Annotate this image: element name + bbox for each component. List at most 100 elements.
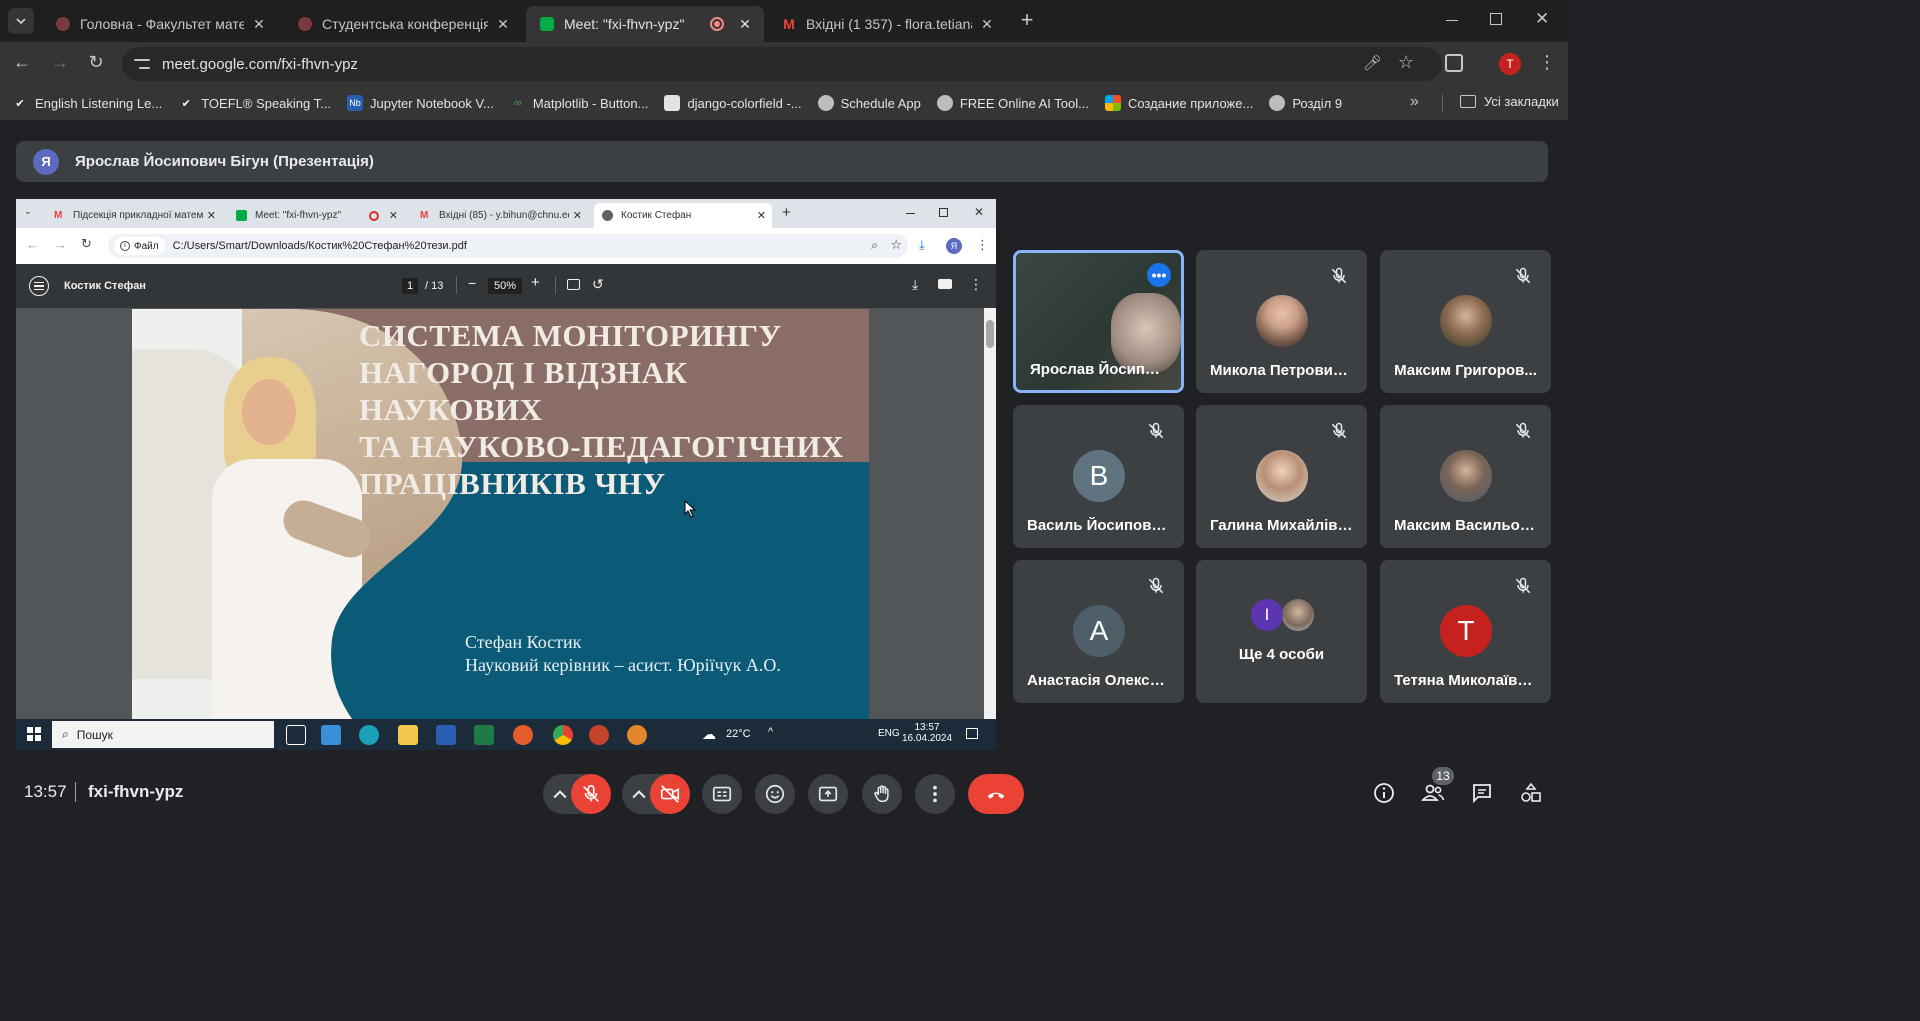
participant-name: Анастасія Олекса...	[1027, 672, 1171, 689]
tab-title: Головна - Факультет математи	[80, 16, 244, 32]
participant-tile[interactable]: Максим Григоров...	[1380, 250, 1551, 393]
participant-name: Тетяна Миколаївн...	[1394, 672, 1539, 689]
browser-tab-1[interactable]: Головна - Факультет математи ✕	[42, 6, 278, 42]
pdf-viewport: СИСТЕМА МОНІТОРИНГУ НАГОРОД І ВІДЗНАК НА…	[16, 308, 996, 719]
activities-button[interactable]	[1516, 778, 1546, 808]
participant-tile[interactable]: Максим Васильов...	[1380, 405, 1551, 548]
bookmark-item[interactable]: FREE Online AI Tool...	[936, 95, 1089, 111]
leave-call-button[interactable]	[968, 774, 1024, 814]
reactions-button[interactable]	[755, 774, 795, 814]
participant-tile[interactable]: Галина Михайлівн...	[1196, 405, 1367, 548]
shared-tab: Meet: "fxi-fhvn-ypz" ✕	[228, 203, 404, 228]
reload-icon[interactable]: ↻	[84, 52, 108, 73]
camera-toggle-button[interactable]	[650, 774, 690, 814]
browser-menu-icon[interactable]: ⋮	[1538, 52, 1556, 73]
bookmark-item[interactable]: ✔ English Listening Le...	[12, 95, 162, 111]
raise-hand-button[interactable]	[862, 774, 902, 814]
mic-toggle-button[interactable]	[571, 774, 611, 814]
participant-name: Галина Михайлівн...	[1210, 517, 1360, 534]
globe-icon	[1269, 95, 1286, 111]
globe-icon	[817, 95, 834, 111]
input-language: ENG	[878, 728, 900, 739]
emoji-icon	[765, 784, 785, 804]
new-tab-icon[interactable]: +	[1015, 9, 1039, 33]
window-close-icon[interactable]: ✕	[1535, 9, 1549, 29]
minimize-icon[interactable]	[1446, 10, 1466, 30]
participant-tile[interactable]: T Тетяна Миколаївн...	[1380, 560, 1551, 703]
close-icon[interactable]: ✕	[736, 16, 754, 33]
shared-tab: M Вхідні (85) - y.bihun@chnu.edu ✕	[420, 210, 582, 222]
firefox-icon	[513, 725, 533, 745]
extensions-icon[interactable]	[1445, 54, 1463, 72]
present-screen-button[interactable]	[808, 774, 848, 814]
participant-avatar: А	[1073, 605, 1125, 657]
all-bookmarks-button[interactable]: Усі закладки	[1460, 94, 1559, 109]
forward-arrow-icon[interactable]: →	[48, 52, 72, 73]
mic-off-icon	[583, 784, 599, 802]
browser-tab-gmail[interactable]: M Вхідні (1 357) - flora.tetiana@cl ✕	[768, 6, 1006, 42]
bookmark-item[interactable]: Создание приложе...	[1104, 95, 1253, 111]
restore-icon[interactable]	[1490, 13, 1502, 25]
browser-tab-meet[interactable]: Meet: "fxi-fhvn-ypz" ✕	[526, 6, 764, 42]
chat-button[interactable]	[1467, 778, 1497, 808]
package-icon	[664, 95, 681, 111]
site-info-icon[interactable]	[134, 56, 150, 72]
meet-favicon-icon	[236, 210, 247, 221]
close-icon[interactable]: ✕	[494, 16, 512, 33]
mic-off-icon	[1148, 577, 1164, 594]
zoom-in-icon: +	[531, 274, 540, 291]
task-view-icon	[286, 725, 306, 745]
window-close-icon: ✕	[974, 205, 985, 219]
divider	[1442, 94, 1443, 112]
presenter-label: Ярослав Йосипович Бігун (Презентація)	[75, 153, 374, 170]
more-options-icon[interactable]: •••	[1147, 263, 1171, 287]
mic-off-icon	[1331, 422, 1347, 439]
bookmark-item[interactable]: Розділ 9	[1269, 95, 1342, 111]
bookmark-item[interactable]: ∞ Matplotlib - Button...	[510, 95, 649, 111]
close-icon[interactable]: ✕	[978, 16, 996, 33]
tab-title: Студентська конференція 2024	[322, 16, 488, 32]
checkmark-icon: ✔	[181, 97, 191, 110]
participant-tile[interactable]: В Василь Йосипови...	[1013, 405, 1184, 548]
video-options-chevron-icon[interactable]	[632, 787, 646, 801]
browser-tab-2[interactable]: Студентська конференція 2024 ✕	[284, 6, 522, 42]
captions-button[interactable]	[702, 774, 742, 814]
mic-off-icon	[1331, 267, 1347, 284]
tab-search-button[interactable]	[8, 8, 34, 34]
participant-tile-active[interactable]: ••• Ярослав Йосипов...	[1013, 250, 1184, 393]
address-bar[interactable]: meet.google.com/fxi-fhvn-ypz 🎤︎ ☆	[122, 47, 1442, 81]
participant-name: Максим Васильов...	[1394, 517, 1542, 534]
more-options-button[interactable]	[915, 774, 955, 814]
bookmark-item[interactable]: django-colorfield -...	[664, 95, 802, 111]
mic-off-icon	[1515, 577, 1531, 594]
audio-options-chevron-icon[interactable]	[553, 787, 567, 801]
more-bookmarks-icon[interactable]: »	[1410, 93, 1419, 111]
url-text: meet.google.com/fxi-fhvn-ypz	[162, 55, 358, 73]
star-icon[interactable]: ☆	[1398, 52, 1414, 73]
bookmark-item[interactable]: Nb Jupyter Notebook V...	[346, 95, 494, 111]
star-icon: ☆	[890, 237, 902, 252]
back-arrow-icon[interactable]: ←	[10, 52, 34, 73]
people-button[interactable]: 13	[1418, 767, 1454, 808]
participant-overflow-tile[interactable]: I Ще 4 особи	[1196, 560, 1367, 703]
meet-control-bar: 13:57 fxi-fhvn-ypz 13	[0, 760, 1568, 834]
participant-tile[interactable]: А Анастасія Олекса...	[1013, 560, 1184, 703]
zoom-level: 50%	[488, 278, 522, 294]
rotate-icon: ↺	[592, 276, 604, 292]
participant-tile[interactable]: Микола Петрович...	[1196, 250, 1367, 393]
close-icon[interactable]: ✕	[250, 16, 268, 33]
close-icon: ✕	[388, 210, 398, 222]
profile-avatar[interactable]: T	[1499, 53, 1521, 75]
participant-avatar: В	[1073, 450, 1125, 502]
microphone-icon[interactable]: 🎤︎	[1363, 54, 1382, 72]
meeting-details-button[interactable]	[1369, 778, 1399, 808]
hamburger-menu-icon	[29, 276, 49, 296]
bookmark-item[interactable]: Schedule App	[817, 95, 921, 111]
bookmark-item[interactable]: ✔ TOEFL® Speaking T...	[178, 95, 331, 111]
globe-icon	[936, 95, 953, 111]
search-icon: ⌕	[62, 727, 69, 741]
participants-count-badge: 13	[1432, 767, 1454, 785]
zoom-out-icon: −	[468, 275, 477, 291]
hang-up-icon	[987, 792, 1005, 799]
shared-screen[interactable]: ⌄ M Підсекція прикладної математ ✕ Meet: …	[16, 199, 996, 750]
